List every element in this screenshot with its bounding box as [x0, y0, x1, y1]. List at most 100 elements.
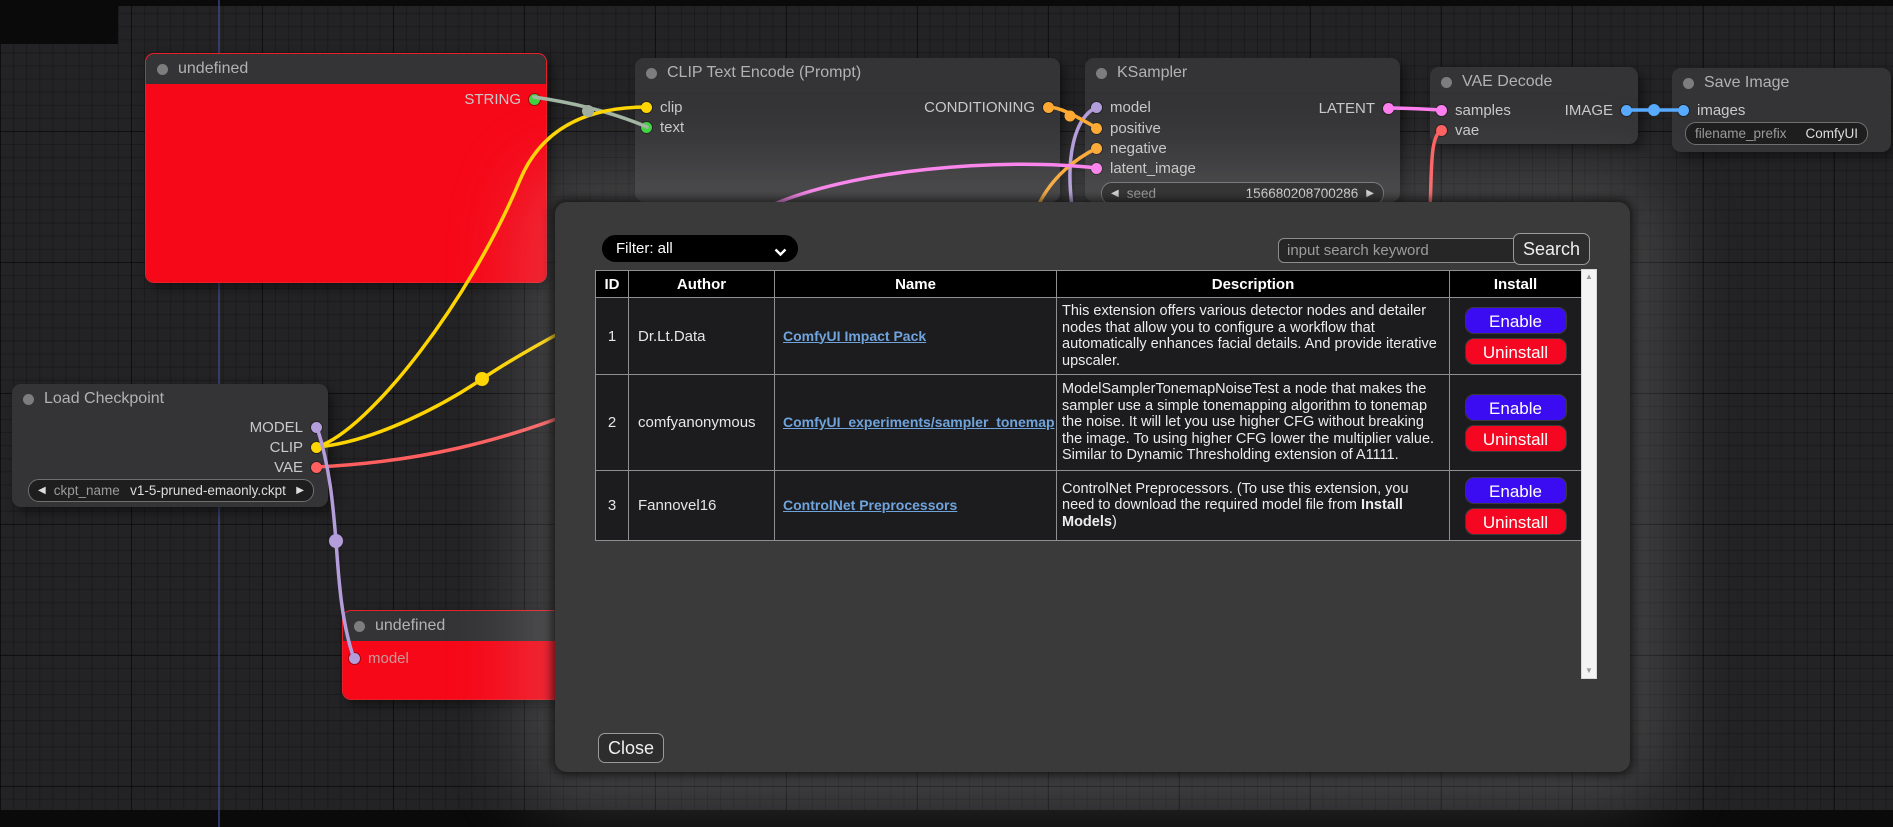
install-custom-nodes-dialog: Filter: all Search ID Author Name Descri… [555, 202, 1630, 772]
output-slot-image[interactable]: IMAGE [1565, 102, 1632, 119]
input-dot-vae[interactable] [1436, 125, 1447, 136]
node-ksampler[interactable]: KSampler model positive negative latent_… [1085, 58, 1400, 202]
table-row: 1 Dr.Lt.Data ComfyUI Impact Pack This ex… [596, 298, 1582, 375]
widget-increment-icon[interactable]: ▶ [1366, 189, 1374, 199]
scroll-down-icon[interactable]: ▼ [1585, 667, 1593, 675]
input-slot-clip[interactable]: clip [641, 99, 683, 116]
link-dot[interactable] [475, 372, 489, 386]
cell-id: 2 [596, 375, 629, 471]
cell-author: Fannovel16 [629, 471, 775, 541]
canvas-edge-bottom [0, 810, 1893, 827]
output-dot-image[interactable] [1621, 105, 1632, 116]
node-collapse-dot[interactable] [23, 394, 34, 405]
widget-prev-icon[interactable]: ◀ [38, 486, 46, 496]
output-slot-vae[interactable]: VAE [274, 459, 322, 476]
input-slot-model[interactable]: model [349, 650, 409, 667]
input-slot-text[interactable]: text [641, 119, 684, 136]
output-slot-model[interactable]: MODEL [250, 419, 322, 436]
node-clip-text-encode[interactable]: CLIP Text Encode (Prompt) clip text COND… [635, 58, 1060, 202]
node-vae-decode[interactable]: VAE Decode samples vae IMAGE [1430, 67, 1638, 144]
uninstall-button[interactable]: Uninstall [1465, 508, 1567, 535]
table-header-row: ID Author Name Description Install [596, 271, 1582, 298]
link-dot[interactable] [1648, 104, 1660, 116]
uninstall-button[interactable]: Uninstall [1465, 425, 1567, 452]
comfyui-graph-canvas[interactable]: undefined STRING CLIP Text Encode (Promp… [0, 0, 1893, 827]
node-title: Load Checkpoint [44, 390, 164, 408]
cell-description: ModelSamplerTonemapNoiseTest a node that… [1057, 375, 1450, 471]
node-load-checkpoint[interactable]: Load Checkpoint MODEL CLIP VAE ◀ ckpt_na… [12, 384, 328, 507]
cell-id: 1 [596, 298, 629, 375]
node-title: KSampler [1117, 64, 1187, 82]
input-slot-model[interactable]: model [1091, 99, 1151, 116]
extension-link[interactable]: ControlNet Preprocessors [783, 497, 957, 513]
output-slot-conditioning[interactable]: CONDITIONING [924, 99, 1054, 116]
node-collapse-dot[interactable] [157, 64, 168, 75]
input-dot-text[interactable] [641, 122, 652, 133]
input-slot-samples[interactable]: samples [1436, 102, 1511, 119]
extension-link[interactable]: ComfyUI Impact Pack [783, 328, 926, 344]
input-dot-model[interactable] [1091, 102, 1102, 113]
close-button[interactable]: Close [598, 733, 664, 763]
output-dot-model[interactable] [311, 422, 322, 433]
cell-description: ControlNet Preprocessors. (To use this e… [1057, 471, 1450, 541]
input-dot-clip[interactable] [641, 102, 652, 113]
input-dot-samples[interactable] [1436, 105, 1447, 116]
link-dot[interactable] [329, 534, 343, 548]
input-dot-model[interactable] [349, 653, 360, 664]
header-author: Author [629, 271, 775, 298]
filter-dropdown[interactable]: Filter: all [602, 235, 798, 262]
extensions-table: ID Author Name Description Install 1 Dr.… [595, 270, 1582, 541]
filter-dropdown-wrap: Filter: all [602, 235, 798, 262]
input-slot-latent-image[interactable]: latent_image [1091, 160, 1196, 177]
output-dot-latent[interactable] [1383, 103, 1394, 114]
canvas-corner-black [0, 0, 118, 44]
enable-button[interactable]: Enable [1465, 394, 1567, 421]
enable-button[interactable]: Enable [1465, 477, 1567, 504]
table-row: 3 Fannovel16 ControlNet Preprocessors Co… [596, 471, 1582, 541]
node-undefined-string[interactable]: undefined STRING [145, 53, 547, 283]
widget-value: 156680208700286 [1164, 186, 1358, 201]
output-dot-clip[interactable] [311, 442, 322, 453]
input-slot-positive[interactable]: positive [1091, 120, 1161, 137]
scroll-up-icon[interactable]: ▲ [1585, 273, 1593, 281]
input-slot-negative[interactable]: negative [1091, 140, 1167, 157]
ckpt-name-widget[interactable]: ◀ ckpt_name v1-5-pruned-emaonly.ckpt ▶ [28, 479, 314, 502]
output-slot-string[interactable]: STRING [464, 91, 540, 108]
uninstall-button[interactable]: Uninstall [1465, 338, 1567, 365]
node-title: Save Image [1704, 74, 1789, 92]
output-dot-conditioning[interactable] [1043, 102, 1054, 113]
input-dot-latent-image[interactable] [1091, 163, 1102, 174]
input-slot-images[interactable]: images [1678, 102, 1745, 119]
enable-button[interactable]: Enable [1465, 307, 1567, 334]
filename-prefix-widget[interactable]: filename_prefix ComfyUI [1685, 122, 1868, 145]
input-dot-positive[interactable] [1091, 123, 1102, 134]
input-dot-negative[interactable] [1091, 143, 1102, 154]
input-slot-vae[interactable]: vae [1436, 122, 1479, 139]
header-name: Name [775, 271, 1057, 298]
search-button[interactable]: Search [1513, 233, 1590, 265]
output-dot-string[interactable] [529, 94, 540, 105]
node-collapse-dot[interactable] [1441, 77, 1452, 88]
node-collapse-dot[interactable] [646, 68, 657, 79]
input-dot-images[interactable] [1678, 105, 1689, 116]
link-dot[interactable] [582, 105, 594, 117]
output-slot-clip[interactable]: CLIP [270, 439, 322, 456]
search-input[interactable] [1278, 238, 1525, 263]
table-row: 2 comfyanonymous ComfyUI_experiments/sam… [596, 375, 1582, 471]
output-dot-vae[interactable] [311, 462, 322, 473]
node-undefined-model[interactable]: undefined model [342, 610, 569, 700]
widget-decrement-icon[interactable]: ◀ [1111, 189, 1119, 199]
node-collapse-dot[interactable] [354, 621, 365, 632]
node-title: undefined [375, 617, 445, 635]
widget-name: ckpt_name [54, 483, 120, 498]
link-dot[interactable] [1065, 111, 1076, 122]
output-slot-latent[interactable]: LATENT [1319, 100, 1394, 117]
extension-link[interactable]: ComfyUI_experiments/sampler_tonemap [783, 414, 1055, 430]
node-collapse-dot[interactable] [1096, 68, 1107, 79]
widget-value: v1-5-pruned-emaonly.ckpt [128, 483, 289, 498]
node-save-image[interactable]: Save Image images filename_prefix ComfyU… [1672, 68, 1891, 152]
node-title: CLIP Text Encode (Prompt) [667, 64, 861, 82]
node-collapse-dot[interactable] [1683, 78, 1694, 89]
widget-next-icon[interactable]: ▶ [296, 486, 304, 496]
table-scrollbar[interactable]: ▲ ▼ [1581, 269, 1597, 679]
